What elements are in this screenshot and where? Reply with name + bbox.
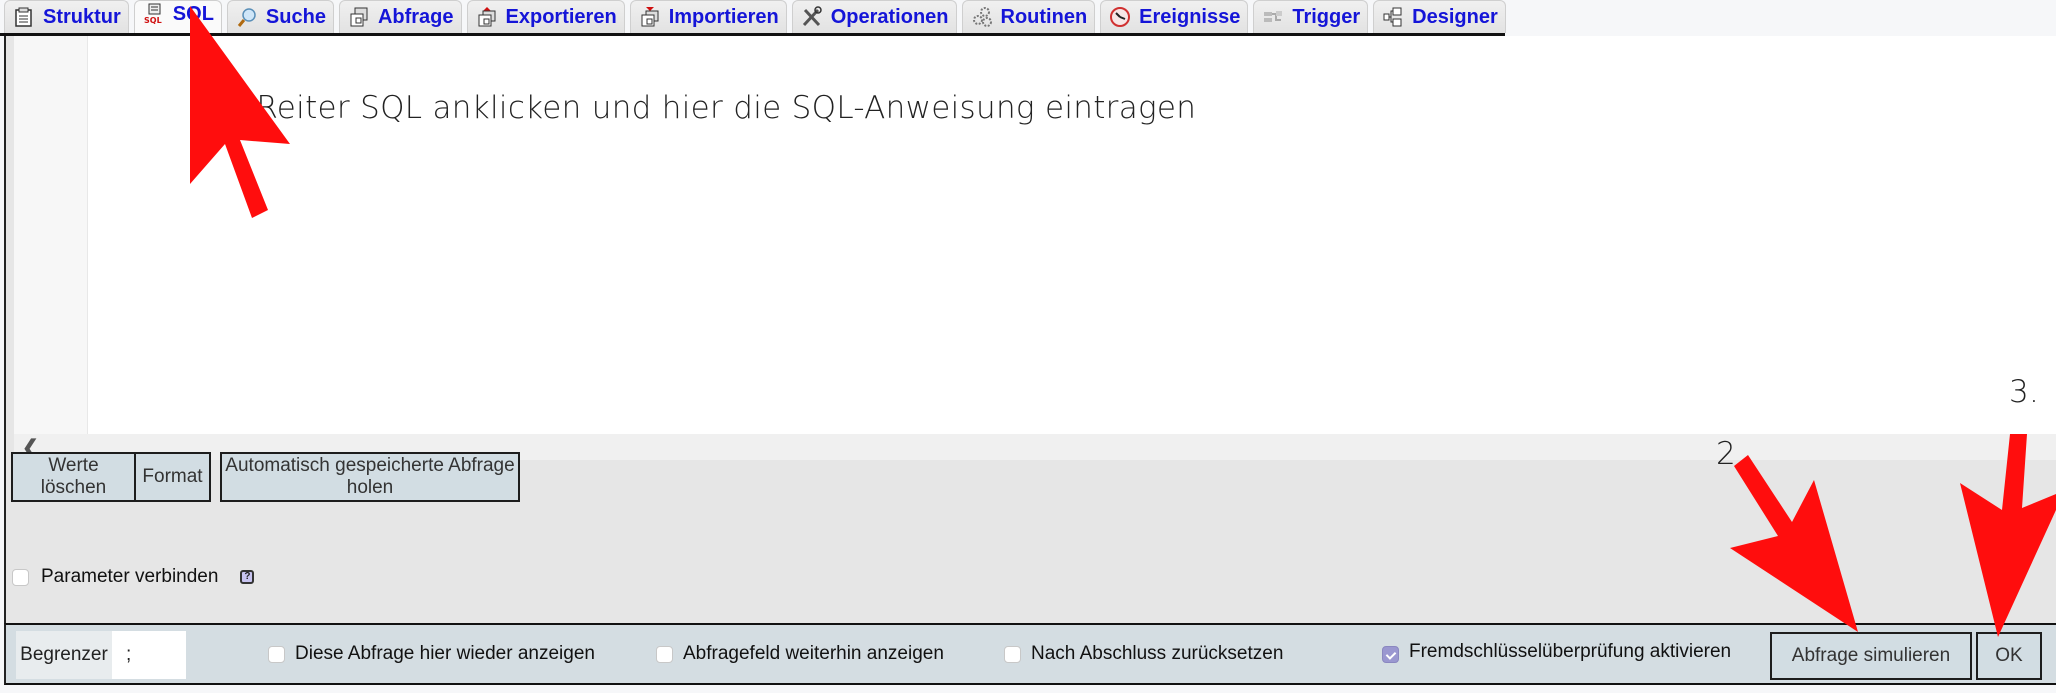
- tab-operationen[interactable]: Operationen: [791, 0, 957, 33]
- format-button[interactable]: Format: [134, 452, 211, 502]
- tab-importieren[interactable]: Importieren: [629, 0, 787, 33]
- line-number-gutter: [14, 36, 88, 434]
- tab-label: Struktur: [43, 5, 121, 28]
- delimiter-label: Begrenzer: [16, 631, 112, 679]
- tab-label: SQL: [172, 2, 214, 25]
- bind-parameters-option[interactable]: Parameter verbinden ?: [12, 566, 255, 588]
- option-label: Abfragefeld weiterhin anzeigen: [683, 643, 944, 664]
- option-rollback-after[interactable]: Nach Abschluss zurücksetzen: [1004, 643, 1283, 665]
- bind-parameters-checkbox[interactable]: [12, 568, 29, 586]
- ok-button[interactable]: OK: [1976, 632, 2042, 680]
- tab-label: Ereignisse: [1139, 5, 1241, 28]
- tab-label: Routinen: [1000, 5, 1088, 28]
- tab-label: Exportieren: [505, 5, 617, 28]
- option-label: Fremdschlüsselüberprüfung aktivieren: [1409, 640, 1732, 662]
- help-icon[interactable]: ?: [240, 570, 255, 584]
- option-keep-query-box[interactable]: Abfragefeld weiterhin anzeigen: [656, 643, 944, 665]
- tab-routinen[interactable]: Routinen: [961, 0, 1096, 33]
- delimiter-input[interactable]: [112, 631, 186, 679]
- trigger-icon: [1262, 6, 1284, 28]
- option-foreign-key-checks[interactable]: Fremdschlüsselüberprüfung aktivieren: [1382, 640, 1731, 663]
- clear-values-button[interactable]: Werte löschen: [11, 452, 136, 502]
- tab-label: Importieren: [668, 5, 779, 28]
- tab-sql[interactable]: SQL SQL: [133, 0, 222, 33]
- tab-label: Suche: [265, 5, 326, 28]
- tab-ereignisse[interactable]: Ereignisse: [1100, 0, 1249, 33]
- svg-text:SQL: SQL: [144, 16, 162, 25]
- option-label: Diese Abfrage hier wieder anzeigen: [295, 643, 595, 664]
- tab-bar: Struktur SQL SQL Suche Abfrage Exportier…: [0, 0, 1506, 36]
- annotation-step-3: 3.: [2009, 374, 2040, 410]
- sql-icon: SQL: [143, 3, 165, 25]
- magnifier-icon: [236, 6, 258, 28]
- tab-exportieren[interactable]: Exportieren: [466, 0, 625, 33]
- tools-icon: [801, 6, 823, 28]
- foreign-key-checks-checkbox[interactable]: [1382, 646, 1399, 663]
- keep-query-box-checkbox[interactable]: [656, 645, 673, 663]
- gears-icon: [971, 6, 993, 28]
- structure-icon: [13, 6, 35, 28]
- option-label: Nach Abschluss zurücksetzen: [1031, 643, 1284, 664]
- tab-label: Trigger: [1292, 5, 1361, 28]
- simulate-query-button[interactable]: Abfrage simulieren: [1770, 632, 1972, 680]
- bind-parameters-label: Parameter verbinden: [41, 566, 219, 587]
- annotation-step-2: 2.: [1716, 436, 1747, 472]
- export-icon: [476, 6, 498, 28]
- tab-abfrage[interactable]: Abfrage: [338, 0, 462, 33]
- import-icon: [639, 6, 661, 28]
- tab-struktur[interactable]: Struktur: [4, 0, 129, 33]
- tab-trigger[interactable]: Trigger: [1253, 0, 1369, 33]
- tab-designer[interactable]: Designer: [1373, 0, 1506, 33]
- designer-icon: [1382, 6, 1404, 28]
- tab-label: Abfrage: [377, 5, 454, 28]
- show-query-again-checkbox[interactable]: [268, 645, 285, 663]
- query-icon: [348, 6, 370, 28]
- annotation-step-1: 1. Reiter SQL anklicken und hier die SQL…: [216, 90, 1197, 126]
- rollback-after-checkbox[interactable]: [1004, 645, 1021, 663]
- tab-suche[interactable]: Suche: [226, 0, 334, 33]
- tab-label: Operationen: [830, 5, 949, 28]
- tab-label: Designer: [1412, 5, 1498, 28]
- option-show-query-again[interactable]: Diese Abfrage hier wieder anzeigen: [268, 643, 595, 665]
- clock-icon: [1109, 6, 1131, 28]
- get-autosaved-query-button[interactable]: Automatisch gespeicherte Abfrage holen: [220, 452, 520, 502]
- query-options-bar: Begrenzer Diese Abfrage hier wieder anze…: [4, 623, 2056, 685]
